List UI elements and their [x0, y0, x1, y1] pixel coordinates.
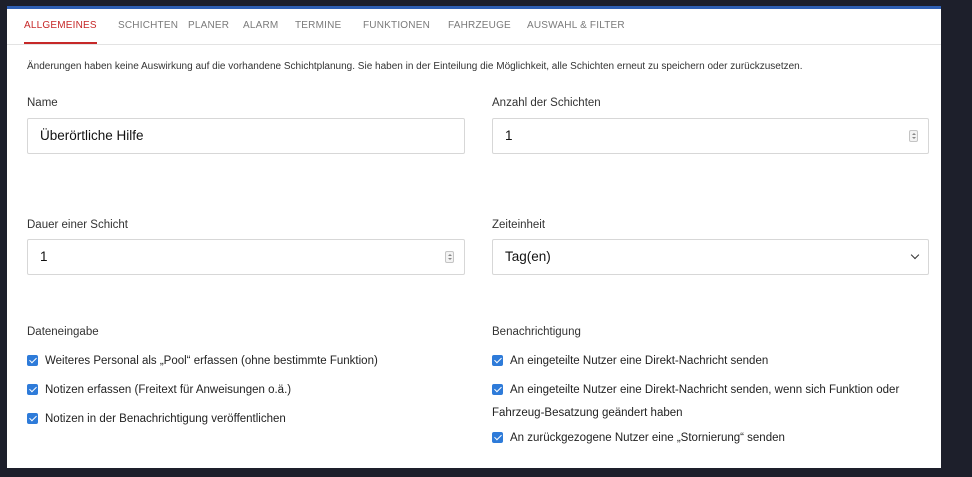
shift-duration-value: 1	[40, 249, 48, 264]
time-unit-select[interactable]: Tag(en)	[492, 239, 929, 275]
tab-allgemeines[interactable]: ALLGEMEINES	[24, 9, 97, 44]
settings-panel: ALLGEMEINES SCHICHTEN PLANER ALARM TERMI…	[7, 6, 941, 468]
shift-count-label: Anzahl der Schichten	[492, 97, 601, 109]
tab-alarm[interactable]: ALARM	[243, 9, 278, 44]
time-unit-value: Tag(en)	[505, 249, 551, 264]
checkbox-publish-notes[interactable]: Notizen in der Benachrichtigung veröffen…	[27, 413, 286, 425]
name-label: Name	[27, 97, 58, 109]
checkbox-checked-icon[interactable]	[27, 355, 38, 366]
chevron-down-icon	[910, 250, 920, 260]
tab-termine[interactable]: TERMINE	[295, 9, 341, 44]
tab-funktionen[interactable]: FUNKTIONEN	[363, 9, 430, 44]
checkbox-notes[interactable]: Notizen erfassen (Freitext für Anweisung…	[27, 384, 291, 396]
checkbox-direct-message-change[interactable]: An eingeteilte Nutzer eine Direkt-Nachri…	[492, 384, 899, 396]
checkbox-continuation-text: Fahrzeug-Besatzung geändert haben	[492, 407, 683, 419]
info-notice: Änderungen haben keine Auswirkung auf di…	[27, 61, 803, 72]
tab-bar: ALLGEMEINES SCHICHTEN PLANER ALARM TERMI…	[7, 9, 941, 45]
name-value: Überörtliche Hilfe	[40, 128, 144, 143]
shift-duration-input[interactable]: 1	[27, 239, 465, 275]
checkbox-checked-icon[interactable]	[492, 384, 503, 395]
shift-duration-label: Dauer einer Schicht	[27, 219, 128, 231]
spinner-icon[interactable]	[909, 130, 918, 142]
checkbox-cancellation[interactable]: An zurückgezogene Nutzer eine „Stornieru…	[492, 432, 785, 444]
checkbox-checked-icon[interactable]	[27, 413, 38, 424]
checkbox-checked-icon[interactable]	[492, 432, 503, 443]
checkbox-direct-message[interactable]: An eingeteilte Nutzer eine Direkt-Nachri…	[492, 355, 768, 367]
time-unit-label: Zeiteinheit	[492, 219, 546, 231]
checkbox-checked-icon[interactable]	[492, 355, 503, 366]
shift-count-value: 1	[505, 128, 513, 143]
name-input[interactable]: Überörtliche Hilfe	[27, 118, 465, 154]
tab-planer[interactable]: PLANER	[188, 9, 229, 44]
checkbox-checked-icon[interactable]	[27, 384, 38, 395]
tab-fahrzeuge[interactable]: FAHRZEUGE	[448, 9, 511, 44]
checkbox-pool[interactable]: Weiteres Personal als „Pool“ erfassen (o…	[27, 355, 378, 367]
shift-count-input[interactable]: 1	[492, 118, 929, 154]
tab-auswahl-filter[interactable]: AUSWAHL & FILTER	[527, 9, 625, 44]
tab-schichten[interactable]: SCHICHTEN	[118, 9, 178, 44]
spinner-icon[interactable]	[445, 251, 454, 263]
notifications-label: Benachrichtigung	[492, 326, 581, 338]
data-entry-label: Dateneingabe	[27, 326, 99, 338]
